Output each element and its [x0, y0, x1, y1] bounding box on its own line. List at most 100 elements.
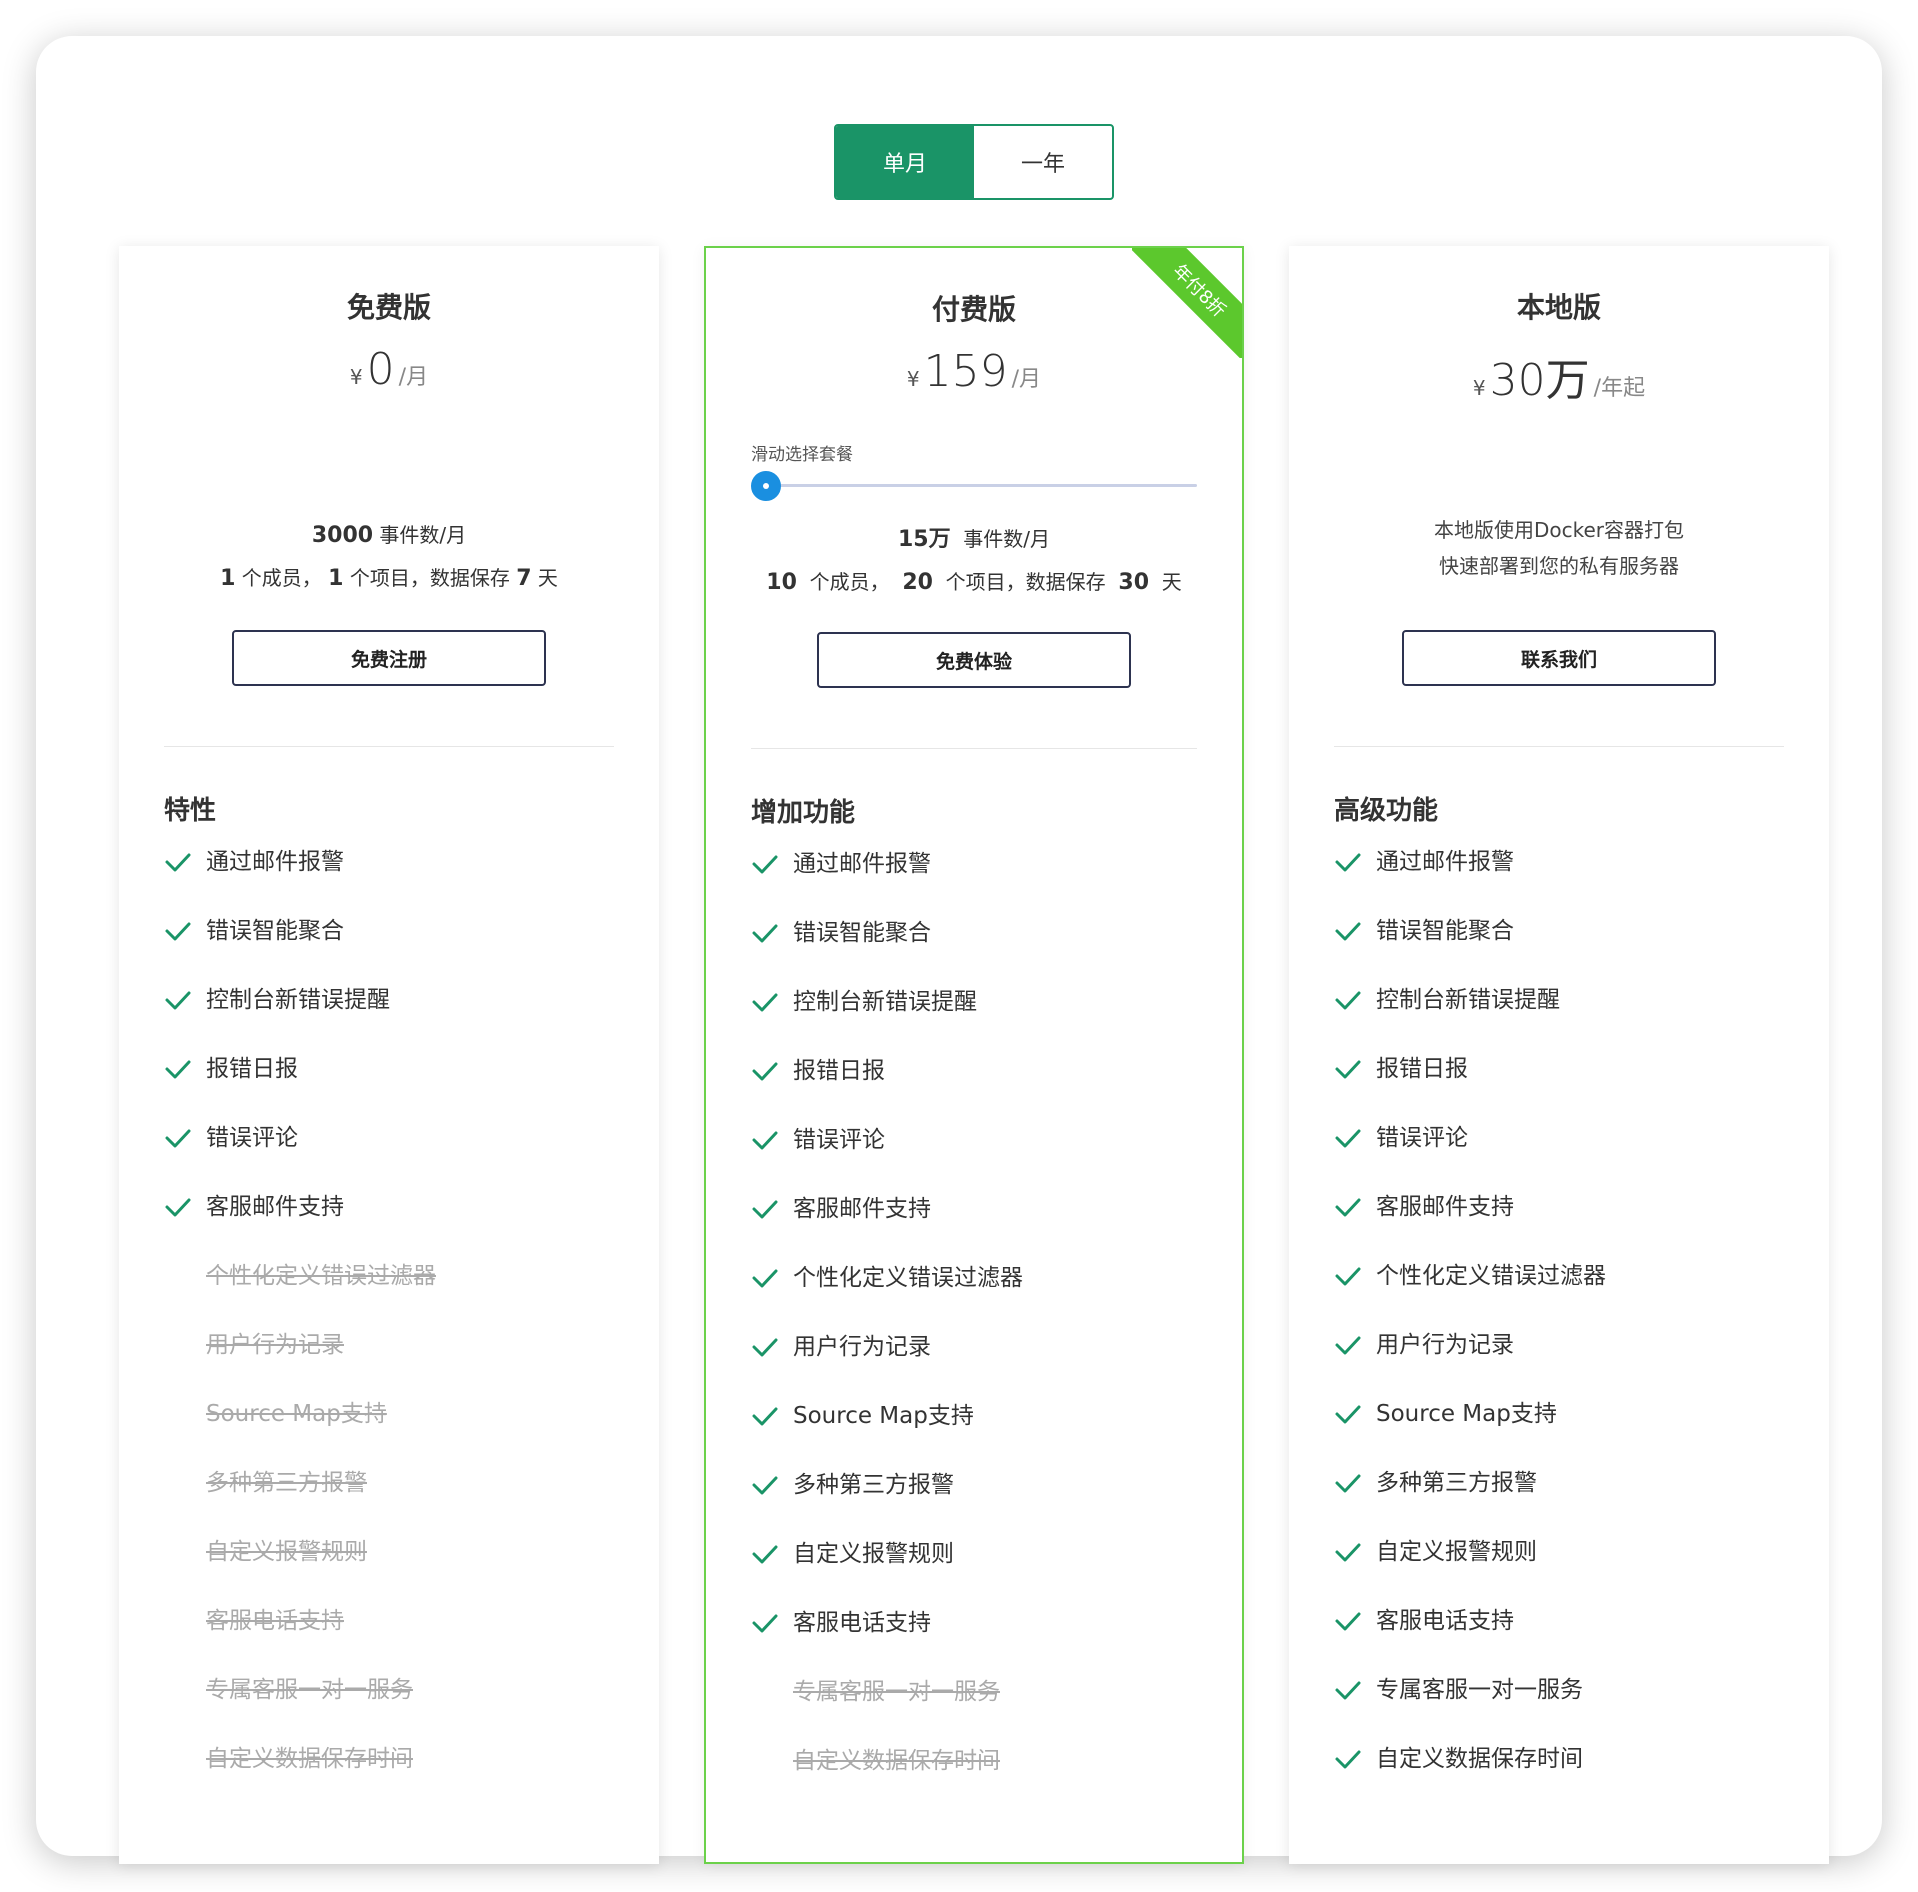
free-trial-button[interactable]: 免费体验: [817, 632, 1131, 688]
currency-symbol: ¥: [349, 365, 363, 389]
billing-period-toggle: 单月 一年: [834, 124, 1114, 200]
plan-slider-handle[interactable]: [751, 471, 781, 501]
feature-item: 错误评论: [164, 1120, 436, 1189]
feature-label: 自定义报警规则: [206, 1539, 367, 1565]
divider: [164, 746, 614, 747]
plan-slider-track[interactable]: [768, 484, 1197, 487]
check-icon: [164, 982, 206, 1018]
members-count: 1: [220, 566, 236, 591]
plan-description: 3000 事件数/月 1 个成员， 1 个项目，数据保存 7 天: [119, 514, 659, 600]
feature-label: 错误评论: [206, 1125, 298, 1151]
feature-item: 错误智能聚合: [164, 913, 436, 982]
feature-item: 专属客服一对一服务: [1334, 1672, 1606, 1741]
feature-label: 客服电话支持: [1376, 1608, 1514, 1634]
plan-card-local: 本地版 ¥ 30万 /年起 本地版使用Docker容器打包 快速部署到您的私有服…: [1289, 246, 1829, 1864]
contact-us-button[interactable]: 联系我们: [1402, 630, 1716, 686]
plan-description: 15万 事件数/月 10 个成员， 20 个项目，数据保存 30 天: [706, 518, 1242, 604]
feature-item: 错误评论: [1334, 1120, 1606, 1189]
plan-card-free: 免费版 ¥ 0 /月 3000 事件数/月 1 个成员， 1 个项目，数据保存 …: [119, 246, 659, 1864]
members-count: 10: [766, 570, 797, 595]
plan-title: 免费版: [346, 291, 431, 324]
pricing-panel: 单月 一年 免费版 ¥ 0 /月 3000 事件数/月 1 个成员， 1 个项目…: [36, 36, 1882, 1864]
check-icon: [751, 1329, 793, 1365]
feature-item: 客服邮件支持: [164, 1189, 436, 1258]
feature-list: 通过邮件报警 错误智能聚合 控制台新错误提醒 报错日报 错误评论 客服邮件支持 个性化定义错…: [1334, 844, 1606, 1810]
feature-item: 客服电话支持: [751, 1605, 1023, 1674]
tab-monthly[interactable]: 单月: [836, 126, 974, 198]
feature-item: 通过邮件报警: [751, 846, 1023, 915]
feature-label: 个性化定义错误过滤器: [206, 1263, 436, 1289]
feature-label: Source Map支持: [793, 1403, 974, 1429]
feature-label: 错误评论: [793, 1127, 885, 1153]
feature-label: 多种第三方报警: [793, 1472, 954, 1498]
feature-label: 个性化定义错误过滤器: [793, 1265, 1023, 1291]
check-icon: [751, 1536, 793, 1572]
feature-label: 客服邮件支持: [206, 1194, 344, 1220]
price-value: 30万: [1489, 355, 1590, 406]
feature-label: 自定义数据保存时间: [206, 1746, 413, 1772]
retention-unit: 天: [537, 566, 558, 590]
plan-limits-line: 10 个成员， 20 个项目，数据保存 30 天: [706, 561, 1242, 604]
retention-days: 7: [516, 566, 532, 591]
feature-item: 通过邮件报警: [1334, 844, 1606, 913]
feature-label: 控制台新错误提醒: [1376, 987, 1560, 1013]
signup-free-button[interactable]: 免费注册: [232, 630, 546, 686]
feature-label: 报错日报: [1376, 1056, 1468, 1082]
check-icon: [751, 984, 793, 1020]
check-icon: [751, 1053, 793, 1089]
price-unit: /年起: [1593, 376, 1646, 401]
feature-label: 通过邮件报警: [206, 849, 344, 875]
feature-label: 专属客服一对一服务: [793, 1679, 1000, 1705]
feature-item: 多种第三方报警: [1334, 1465, 1606, 1534]
slider-label: 滑动选择套餐: [751, 445, 853, 465]
divider: [751, 748, 1197, 749]
plan-title: 本地版: [1516, 291, 1601, 324]
currency-symbol: ¥: [1472, 376, 1486, 400]
desc-line: 快速部署到您的私有服务器: [1439, 554, 1679, 578]
check-icon: [164, 844, 206, 880]
plan-events-line: 15万 事件数/月: [706, 518, 1242, 561]
price-value: 159: [923, 346, 1008, 397]
projects-unit: 个项目，数据保存: [349, 566, 510, 590]
feature-list: 通过邮件报警 错误智能聚合 控制台新错误提醒 报错日报 错误评论 客服邮件支持 个性化定义错…: [751, 846, 1023, 1812]
feature-item: 自定义数据保存时间: [1334, 1741, 1606, 1810]
feature-label: 报错日报: [793, 1058, 885, 1084]
feature-item: 用户行为记录: [751, 1329, 1023, 1398]
check-icon: [1334, 913, 1376, 949]
projects-count: 1: [328, 566, 344, 591]
check-icon: [1334, 1327, 1376, 1363]
check-icon: [1334, 1258, 1376, 1294]
desc-line: 本地版使用Docker容器打包: [1433, 518, 1685, 542]
feature-item: 个性化定义错误过滤器: [1334, 1258, 1606, 1327]
projects-count: 20: [902, 570, 933, 595]
feature-item: 控制台新错误提醒: [1334, 982, 1606, 1051]
feature-label: 错误智能聚合: [206, 918, 344, 944]
feature-item: 自定义报警规则: [1334, 1534, 1606, 1603]
feature-item: 多种第三方报警: [164, 1465, 436, 1534]
plan-limits-line: 1 个成员， 1 个项目，数据保存 7 天: [119, 557, 659, 600]
price-value: 0: [366, 344, 395, 395]
plan-description: 本地版使用Docker容器打包 快速部署到您的私有服务器: [1289, 512, 1829, 584]
feature-item: 错误评论: [751, 1122, 1023, 1191]
feature-item: 自定义数据保存时间: [164, 1741, 436, 1810]
check-icon: [1334, 1465, 1376, 1501]
feature-label: 个性化定义错误过滤器: [1376, 1263, 1606, 1289]
plan-price: ¥ 0 /月: [119, 344, 659, 395]
events-count: 3000: [311, 523, 374, 548]
divider: [1334, 746, 1784, 747]
tab-yearly[interactable]: 一年: [974, 126, 1112, 198]
check-icon: [751, 915, 793, 951]
feature-list: 通过邮件报警 错误智能聚合 控制台新错误提醒 报错日报 错误评论 客服邮件支持 个性化定义错…: [164, 844, 436, 1810]
feature-label: 通过邮件报警: [1376, 849, 1514, 875]
events-unit: 事件数/月: [379, 523, 467, 547]
check-icon: [164, 1051, 206, 1087]
features-heading: 增加功能: [751, 798, 856, 828]
check-icon: [751, 1191, 793, 1227]
feature-label: Source Map支持: [1376, 1401, 1557, 1427]
feature-item: 多种第三方报警: [751, 1467, 1023, 1536]
retention-unit: 天: [1161, 570, 1182, 594]
members-unit: 个成员，: [241, 566, 322, 590]
events-unit: 事件数/月: [963, 527, 1051, 551]
feature-item: Source Map支持: [164, 1396, 436, 1465]
feature-item: 客服电话支持: [1334, 1603, 1606, 1672]
